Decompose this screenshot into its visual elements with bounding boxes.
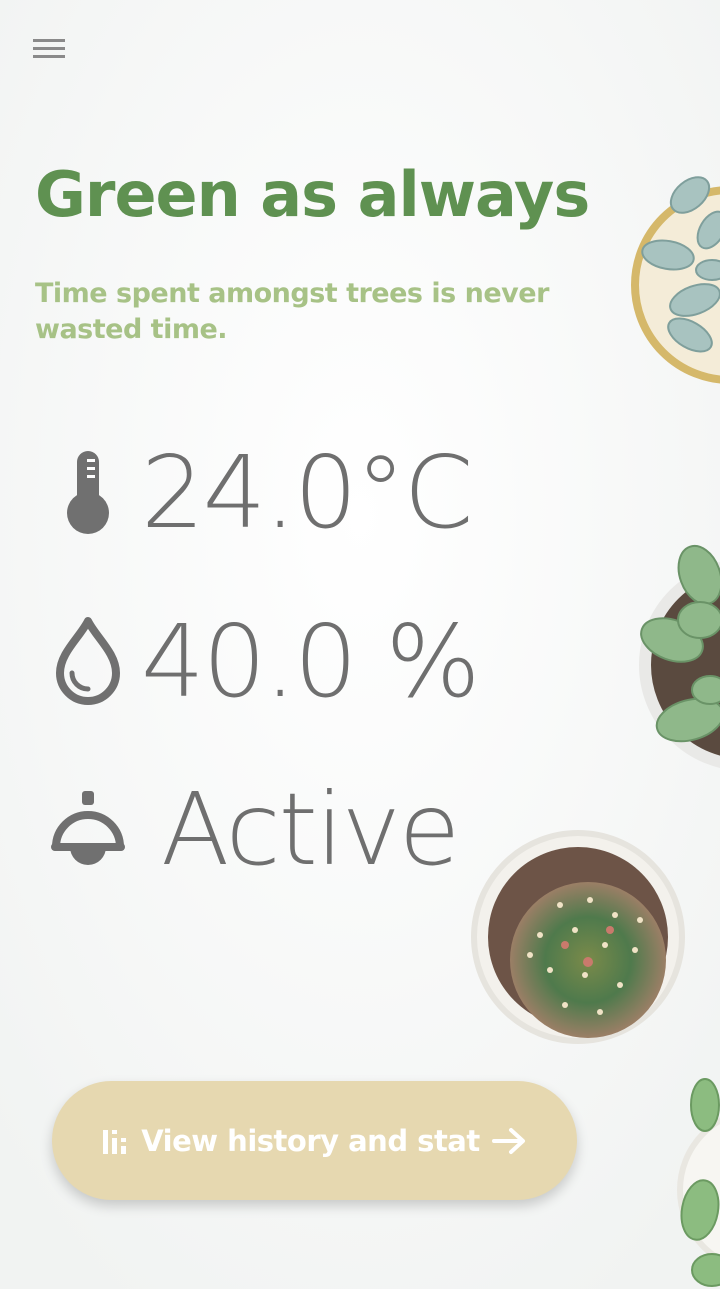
temperature-value: 24.0°C bbox=[141, 433, 473, 551]
lamp-icon bbox=[45, 779, 131, 879]
bar-chart-icon bbox=[103, 1129, 127, 1154]
view-history-label: View history and stat bbox=[141, 1123, 480, 1158]
arrow-right-icon bbox=[491, 1127, 525, 1154]
lamp-stat: Active bbox=[45, 771, 460, 888]
water-drop-icon bbox=[45, 611, 131, 711]
lamp-status-value: Active bbox=[161, 770, 460, 888]
temperature-stat: 24.0°C bbox=[45, 434, 473, 551]
hamburger-menu-icon[interactable] bbox=[28, 30, 70, 68]
cactus-pot bbox=[471, 830, 685, 1044]
menu-button[interactable] bbox=[28, 30, 70, 68]
page-title: Green as always bbox=[35, 158, 590, 231]
thermometer-icon bbox=[45, 442, 131, 542]
view-history-button[interactable]: View history and stat bbox=[52, 1081, 577, 1200]
humidity-value: 40.0 % bbox=[141, 602, 480, 720]
humidity-stat: 40.0 % bbox=[45, 603, 480, 720]
page-subtitle: Time spent amongst trees is never wasted… bbox=[35, 278, 549, 345]
